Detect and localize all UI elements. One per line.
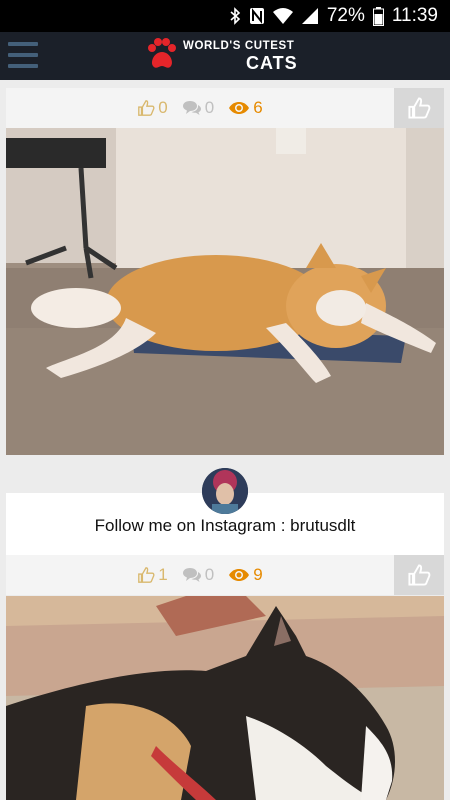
post-image[interactable] [6, 596, 444, 800]
thumbs-up-icon [408, 564, 431, 586]
thumbs-up-icon [408, 97, 431, 119]
comments-count: 0 [204, 98, 215, 117]
logo-line2: CATS [246, 53, 298, 73]
thumbs-up-icon [138, 100, 155, 116]
battery-icon [372, 6, 384, 26]
logo-line1: WORLD'S CUTEST [183, 40, 295, 52]
likes-stat: 0 [137, 98, 168, 118]
menu-button[interactable] [8, 42, 38, 68]
bluetooth-icon [229, 7, 241, 25]
comment-icon [182, 101, 201, 115]
views-count: 6 [253, 98, 263, 117]
clock: 11:39 [391, 5, 438, 26]
eye-icon [229, 569, 250, 581]
likes-count: 0 [158, 98, 168, 117]
comments-count: 0 [204, 565, 215, 584]
likes-stat: 1 [137, 565, 168, 585]
comments-stat: 0 [182, 565, 214, 585]
comment-icon [182, 568, 201, 582]
likes-count: 1 [158, 565, 168, 584]
like-button[interactable] [394, 555, 444, 595]
like-button[interactable] [394, 88, 444, 128]
avatar[interactable] [202, 468, 248, 514]
post-stats-bar: 0 0 6 [6, 88, 444, 128]
signal-icon [301, 7, 319, 25]
views-stat: 9 [228, 565, 263, 585]
views-stat: 6 [228, 98, 263, 118]
post-stats-bar: 1 0 9 [6, 555, 444, 595]
views-count: 9 [253, 565, 263, 584]
caption-text: Follow me on Instagram : brutusdlt [94, 516, 356, 535]
status-bar: 72% 11:39 [0, 0, 450, 32]
eye-icon [229, 102, 250, 114]
app-logo: WORLD'S CUTEST CATS [146, 36, 306, 76]
post-image[interactable] [6, 128, 444, 455]
battery-label: 72% [326, 5, 365, 26]
paw-icon [148, 38, 176, 68]
menu-icon [8, 42, 38, 46]
app-bar: WORLD'S CUTEST CATS [0, 32, 450, 80]
comments-stat: 0 [182, 98, 214, 118]
nfc-icon [249, 7, 265, 25]
wifi-icon [272, 7, 293, 25]
thumbs-up-icon [138, 567, 155, 583]
